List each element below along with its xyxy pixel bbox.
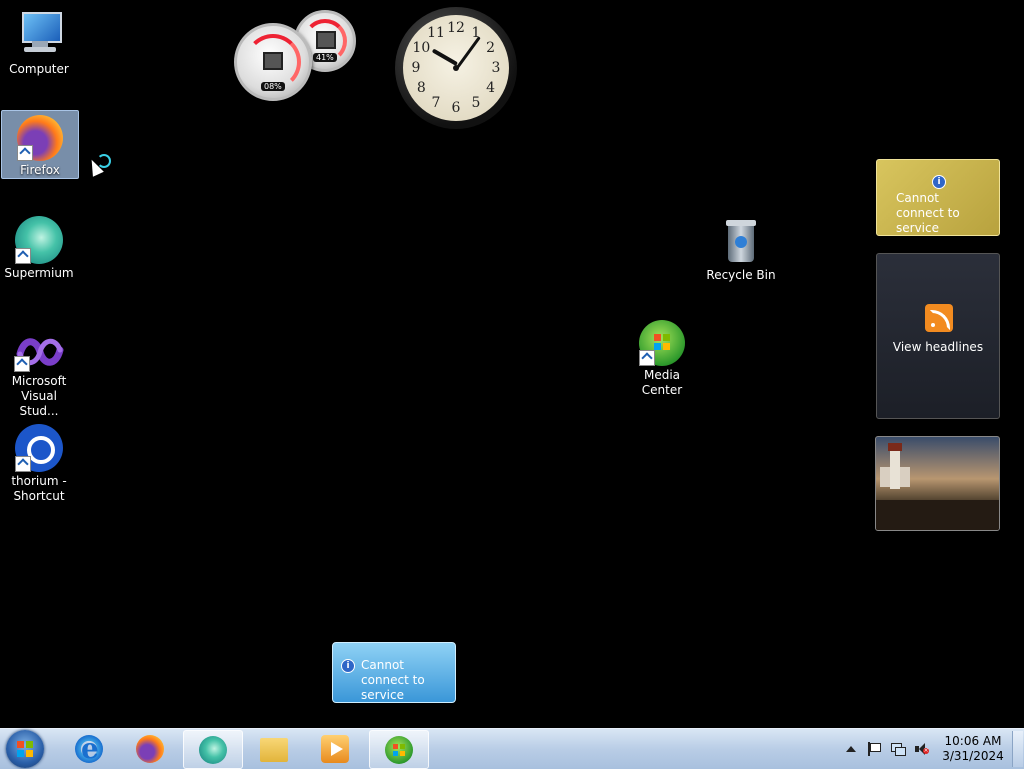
firefox-icon xyxy=(136,735,164,763)
taskbar-item-supermium[interactable] xyxy=(183,730,243,769)
windows-explorer-icon xyxy=(260,738,288,762)
windows-logo-icon xyxy=(17,741,33,757)
shortcut-arrow-icon xyxy=(639,350,655,366)
cpu-percent: 08% xyxy=(261,82,285,91)
feed-headlines-gadget[interactable]: View headlines xyxy=(876,253,1000,419)
clock-face: 12 1 2 3 4 5 6 7 8 9 10 11 xyxy=(403,15,509,121)
clock-numeral: 4 xyxy=(486,80,496,96)
desktop-icon-label: Computer xyxy=(9,62,69,76)
desktop-icon-label: Firefox xyxy=(20,163,60,177)
shortcut-arrow-icon xyxy=(14,356,30,372)
lighthouse-photo xyxy=(888,443,902,489)
media-center-icon xyxy=(385,736,413,764)
clock-numeral: 10 xyxy=(412,40,431,56)
desktop-icon-label: Supermium xyxy=(4,266,74,280)
feed-message[interactable]: View headlines xyxy=(877,340,999,354)
clock-numeral: 8 xyxy=(416,80,426,96)
memory-chip-icon xyxy=(316,31,336,49)
desktop-icon-label: Recycle Bin xyxy=(706,268,776,282)
clock-numeral: 3 xyxy=(491,60,501,76)
internet-explorer-icon xyxy=(75,732,103,765)
clock-date: 3/31/2024 xyxy=(942,749,1004,763)
cpu-gauge: 08% xyxy=(234,23,312,101)
taskbar-item-firefox[interactable] xyxy=(121,730,179,767)
thorium-icon xyxy=(15,424,63,472)
desktop-icon-label: thorium - Shortcut xyxy=(11,474,67,503)
media-center-icon xyxy=(639,320,685,366)
show-hidden-icons-chevron[interactable] xyxy=(844,742,858,756)
shortcut-arrow-icon xyxy=(17,145,33,161)
firefox-icon xyxy=(17,115,63,161)
visual-studio-icon xyxy=(14,332,64,372)
clock-numeral: 1 xyxy=(471,25,481,42)
desktop-icon-visual-studio[interactable]: Microsoft Visual Stud... xyxy=(1,328,77,419)
clock-time: 10:06 AM xyxy=(944,734,1002,748)
info-icon: i xyxy=(932,175,946,189)
taskbar: × 10:06 AM 3/31/2024 xyxy=(0,728,1024,769)
desktop-icon-label: Media Center xyxy=(641,368,683,397)
clock-numeral: 9 xyxy=(411,60,421,76)
clock-numeral: 6 xyxy=(451,100,461,116)
clock-gadget[interactable]: 12 1 2 3 4 5 6 7 8 9 10 11 xyxy=(395,7,517,129)
taskbar-item-internet-explorer[interactable] xyxy=(60,730,118,767)
clock-numeral: 7 xyxy=(431,94,441,111)
volume-muted-icon[interactable]: × xyxy=(914,742,929,756)
clock-numeral: 12 xyxy=(447,20,465,36)
supermium-icon xyxy=(199,736,227,764)
recycle-bin-icon xyxy=(716,216,766,266)
supermium-icon xyxy=(15,216,63,264)
currency-message: Cannot connect to service xyxy=(896,191,960,235)
cpu-chip-icon xyxy=(263,52,283,70)
info-icon: i xyxy=(341,659,355,673)
clock-numeral: 5 xyxy=(471,94,481,111)
taskbar-item-media-center[interactable] xyxy=(369,730,429,769)
start-button[interactable] xyxy=(6,730,44,768)
desktop-icon-computer[interactable]: Computer xyxy=(1,6,77,77)
memory-percent: 41% xyxy=(313,53,337,62)
desktop: Computer Firefox Supermium Microsoft Vis… xyxy=(0,0,1024,728)
windows-media-player-icon xyxy=(321,735,349,763)
connection-notification[interactable]: i Cannot connect to service xyxy=(332,642,456,703)
network-icon[interactable] xyxy=(890,742,906,756)
desktop-icon-recycle-bin[interactable]: Recycle Bin xyxy=(703,212,779,283)
rss-feed-icon xyxy=(925,304,953,332)
taskbar-item-media-player[interactable] xyxy=(306,730,364,767)
currency-gadget[interactable]: i Cannot connect to service xyxy=(876,159,1000,236)
clock-numeral: 2 xyxy=(486,40,496,56)
system-clock[interactable]: 10:06 AM 3/31/2024 xyxy=(938,734,1008,764)
desktop-icon-media-center[interactable]: Media Center xyxy=(624,316,700,398)
computer-icon xyxy=(14,10,64,60)
taskbar-item-windows-explorer[interactable] xyxy=(245,730,303,767)
shortcut-arrow-icon xyxy=(15,456,31,472)
busy-spinner-icon xyxy=(97,154,111,168)
show-desktop-button[interactable] xyxy=(1012,731,1023,767)
notification-message: Cannot connect to service xyxy=(361,658,425,702)
desktop-icon-label: Microsoft Visual Stud... xyxy=(11,374,67,418)
desktop-icon-thorium[interactable]: thorium - Shortcut xyxy=(1,420,77,504)
clock-numeral: 11 xyxy=(427,25,445,42)
cpu-meter-gadget[interactable]: 41% 08% xyxy=(234,10,358,102)
desktop-icon-firefox[interactable]: Firefox xyxy=(1,110,79,179)
hour-hand xyxy=(431,48,458,66)
shortcut-arrow-icon xyxy=(15,248,31,264)
action-center-flag-icon[interactable] xyxy=(866,742,881,756)
slideshow-gadget[interactable] xyxy=(875,436,1000,531)
desktop-icon-supermium[interactable]: Supermium xyxy=(1,212,77,281)
